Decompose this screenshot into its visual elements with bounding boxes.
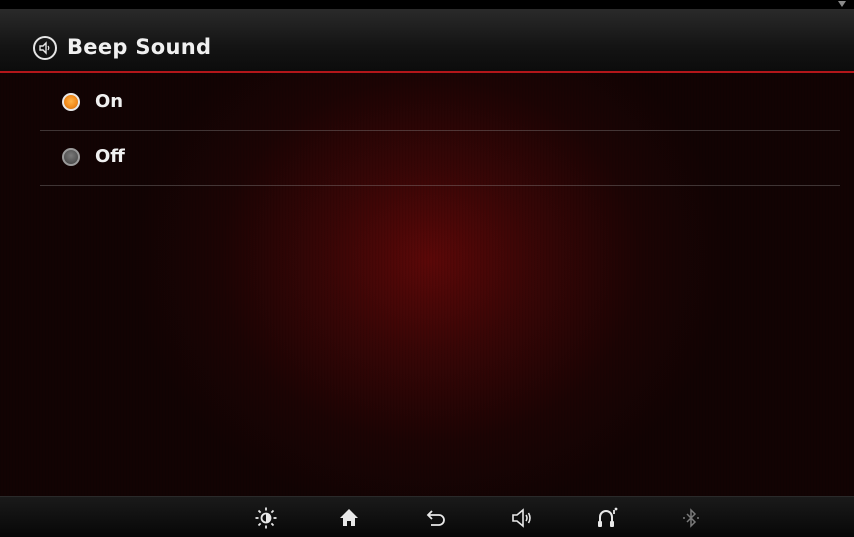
moon-icon[interactable]: [168, 506, 192, 530]
option-on[interactable]: On: [40, 77, 840, 131]
status-bar: [0, 0, 854, 9]
page-title: Beep Sound: [67, 35, 212, 59]
option-off-label: Off: [95, 146, 125, 167]
beep-sound-screen: Beep Sound On Off: [0, 0, 854, 537]
volume-icon[interactable]: [510, 506, 534, 530]
bottom-nav-bar: [0, 496, 854, 537]
speaker-icon[interactable]: [33, 36, 57, 60]
brightness-icon[interactable]: [254, 506, 278, 530]
option-on-label: On: [95, 91, 124, 112]
headset-icon[interactable]: [596, 506, 620, 530]
option-off[interactable]: Off: [40, 132, 840, 186]
radio-off-unselected[interactable]: [62, 148, 80, 166]
bluetooth-icon[interactable]: [679, 506, 703, 530]
home-icon[interactable]: [337, 506, 361, 530]
radio-on-selected[interactable]: [62, 93, 80, 111]
title-bar: Beep Sound: [0, 9, 854, 73]
back-icon[interactable]: [424, 506, 448, 530]
signal-icon: [838, 1, 846, 7]
